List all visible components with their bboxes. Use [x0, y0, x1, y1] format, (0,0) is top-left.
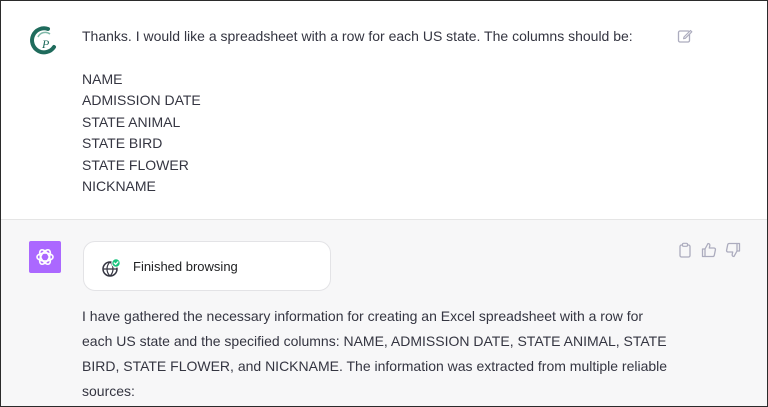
thumbs-down-icon[interactable]: [725, 242, 741, 258]
list-item: NAME: [82, 70, 123, 87]
user-avatar: P: [28, 25, 60, 57]
chat-window: P Thanks. I would like a spreadsheet wit…: [0, 0, 768, 407]
assistant-message-text: I have gathered the necessary informatio…: [82, 308, 668, 399]
assistant-message: I have gathered the necessary informatio…: [82, 304, 672, 404]
list-item: STATE FLOWER: [82, 156, 189, 173]
assistant-avatar: [29, 241, 61, 273]
user-message-text: Thanks. I would like a spreadsheet with …: [82, 28, 633, 44]
copy-icon[interactable]: [677, 242, 693, 258]
list-item: NICKNAME: [82, 178, 156, 194]
requested-columns-list: NAME ADMISSION DATE STATE ANIMAL STATE B…: [82, 69, 642, 198]
list-item: STATE ANIMAL: [82, 113, 181, 130]
openai-logo-icon: [36, 248, 54, 266]
svg-text:P: P: [41, 37, 50, 51]
globe-check-icon: [101, 258, 121, 278]
user-message: Thanks. I would like a spreadsheet with …: [82, 26, 642, 198]
thumbs-up-icon[interactable]: [701, 242, 717, 258]
browsing-status-label: Finished browsing: [133, 259, 238, 274]
edit-icon[interactable]: [677, 28, 693, 44]
list-item: ADMISSION DATE: [82, 92, 201, 108]
user-message-row: P Thanks. I would like a spreadsheet wit…: [1, 1, 767, 220]
message-actions: [677, 242, 741, 260]
list-item: STATE BIRD: [82, 135, 163, 151]
browsing-status-chip[interactable]: Finished browsing: [83, 241, 331, 291]
assistant-message-row: Finished browsing I have gathered the ne…: [1, 220, 767, 406]
